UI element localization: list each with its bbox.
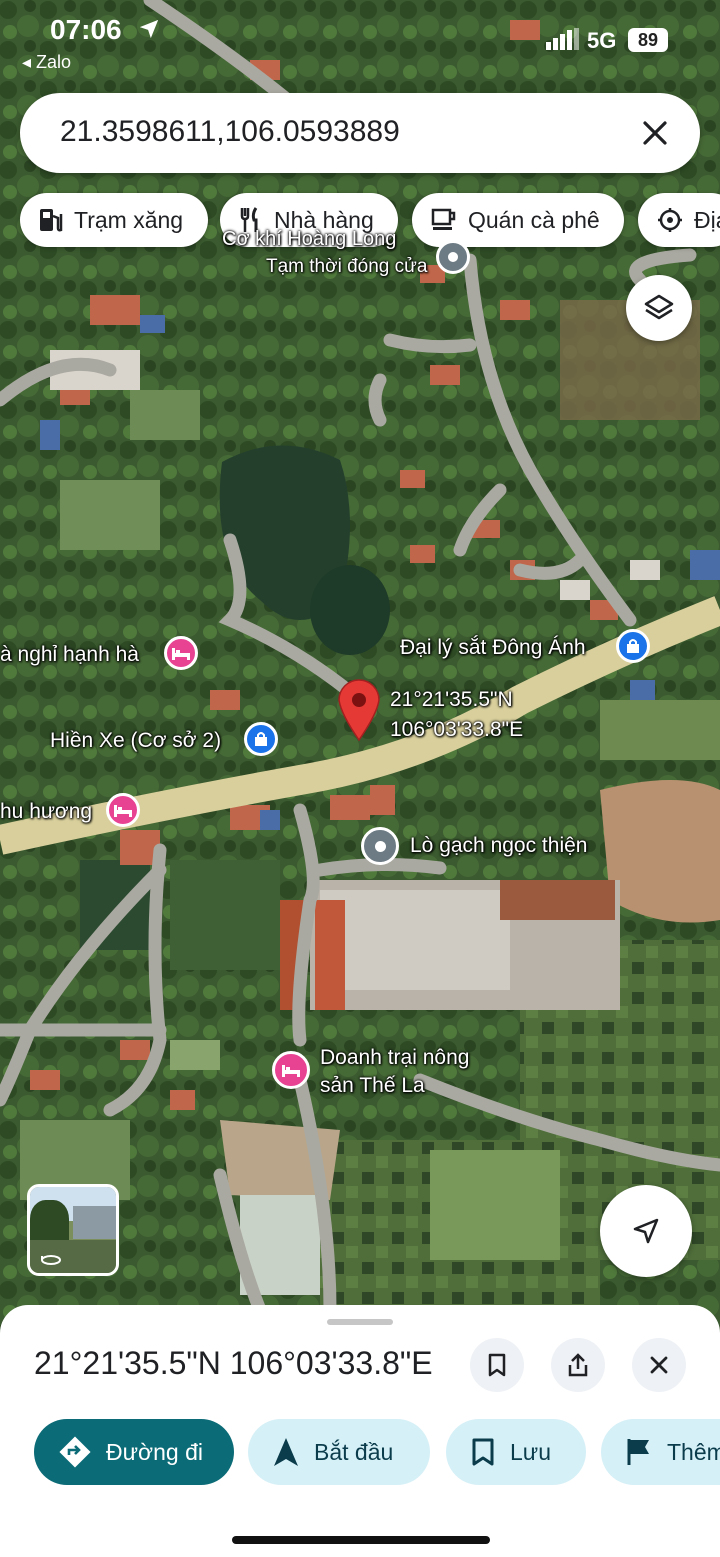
close-sheet-button[interactable] [632, 1338, 686, 1392]
chip-gas-station[interactable]: Trạm xăng [20, 193, 208, 247]
bed-icon [114, 805, 132, 817]
shop-pin[interactable] [616, 629, 650, 663]
flag-icon [627, 1439, 649, 1465]
status-time: 07:06 [50, 14, 122, 45]
place-label[interactable]: hu hương [0, 800, 92, 824]
share-icon [568, 1353, 588, 1377]
home-indicator[interactable] [232, 1536, 490, 1544]
directions-label: Đường đi [106, 1438, 203, 1465]
layers-icon [644, 294, 674, 320]
hotel-pin[interactable] [272, 1051, 310, 1089]
search-input[interactable]: 21.3598611,106.0593889 [60, 115, 400, 149]
bookmark-icon [472, 1438, 494, 1466]
place-label[interactable]: Đại lý sắt Đông Ánh [400, 636, 586, 660]
bookmark-icon [488, 1353, 506, 1377]
hotel-pin[interactable] [164, 636, 198, 670]
place-title: 21°21'35.5"N 106°03'33.8"E [34, 1345, 433, 1381]
more-label: Thêm [667, 1438, 720, 1465]
hotel-pin[interactable] [106, 793, 140, 827]
bookmark-button[interactable] [470, 1338, 524, 1392]
coffee-icon [431, 208, 456, 230]
drag-handle[interactable] [327, 1319, 393, 1325]
dropped-pin-marker[interactable] [336, 678, 382, 742]
rotate-360-icon [41, 1255, 61, 1265]
my-location-button[interactable] [600, 1185, 692, 1277]
location-arrow-icon [139, 19, 159, 39]
place-label[interactable]: Lò gạch ngọc thiện [410, 834, 587, 858]
chip-label: Trạm xăng [74, 206, 184, 233]
save-label: Lưu [510, 1438, 551, 1465]
dropped-pin-lat: 21°21'35.5"N [390, 688, 513, 711]
place-bottom-sheet[interactable]: 21°21'35.5"N 106°03'33.8"E Đường đi Bắt … [0, 1305, 720, 1557]
chip-coffee[interactable]: Quán cà phê [412, 193, 624, 247]
bed-icon [282, 1065, 300, 1077]
place-status: Tạm thời đóng cửa [266, 256, 428, 277]
signal-icon [546, 28, 579, 50]
save-button[interactable]: Lưu [446, 1419, 586, 1485]
layers-button[interactable] [626, 275, 692, 341]
place-label-line2[interactable]: sản Thế La [320, 1074, 425, 1098]
place-label[interactable]: à nghỉ hạnh hà [0, 643, 139, 667]
close-icon[interactable] [635, 113, 675, 153]
place-label[interactable]: Cơ khí Hoàng Long [222, 228, 396, 251]
network-type: 5G [587, 28, 617, 53]
share-button[interactable] [551, 1338, 605, 1392]
attraction-icon [658, 208, 682, 232]
battery-level: 89 [628, 28, 668, 52]
dropped-pin-lng: 106°03'33.8"E [390, 718, 524, 741]
back-to-zalo[interactable]: ◂ Zalo [22, 52, 71, 73]
street-view-thumbnail[interactable] [27, 1184, 119, 1276]
shopping-bag-icon [627, 639, 639, 653]
chip-label: Quán cà phê [468, 206, 600, 233]
directions-icon [59, 1436, 91, 1468]
status-bar: 07:06 ◂ Zalo 5G 89 [0, 0, 720, 80]
place-pin[interactable] [436, 240, 470, 274]
shopping-bag-icon [255, 732, 267, 746]
chip-attraction[interactable]: Địa [638, 193, 720, 247]
close-icon [650, 1356, 668, 1374]
more-button[interactable]: Thêm [601, 1419, 720, 1485]
start-button[interactable]: Bắt đầu [248, 1419, 430, 1485]
place-label[interactable]: Hiền Xe (Cơ sở 2) [50, 729, 221, 753]
navigation-arrow-icon [633, 1218, 659, 1244]
navigation-start-icon [274, 1438, 298, 1466]
place-pin[interactable] [361, 827, 399, 865]
start-label: Bắt đầu [314, 1438, 394, 1465]
chip-label: Địa [694, 206, 720, 233]
directions-button[interactable]: Đường đi [34, 1419, 234, 1485]
shop-pin[interactable] [244, 722, 278, 756]
bed-icon [172, 648, 190, 660]
search-bar[interactable]: 21.3598611,106.0593889 [20, 93, 700, 173]
gas-station-icon [40, 209, 63, 232]
place-label[interactable]: Doanh trại nông [320, 1046, 469, 1070]
